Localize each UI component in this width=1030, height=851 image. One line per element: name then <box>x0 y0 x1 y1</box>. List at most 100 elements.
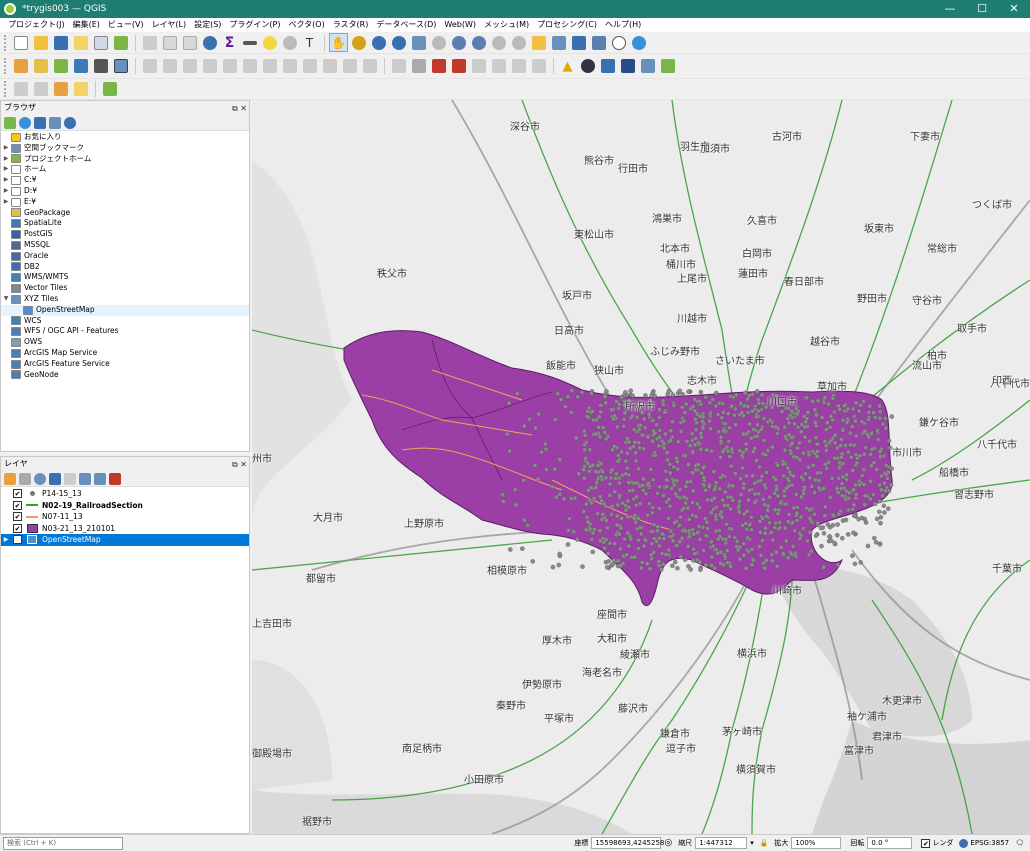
add-selected-layers-icon[interactable] <box>4 116 16 129</box>
help-contents-icon[interactable] <box>618 57 637 76</box>
panel-float-close-buttons[interactable]: ⧉ ✕ <box>232 458 247 472</box>
browser-item[interactable]: DB2 <box>1 262 249 273</box>
expand-arrow-icon[interactable]: ▶ <box>1 154 11 165</box>
plugin-manager-icon[interactable] <box>638 57 657 76</box>
browser-item[interactable]: ▼ XYZ Tiles <box>1 294 249 305</box>
show-hide-labels-icon[interactable] <box>449 57 468 76</box>
zoom-in-icon[interactable] <box>369 33 388 52</box>
undo-icon[interactable] <box>340 57 359 76</box>
layer-visibility-checkbox[interactable]: ✔ <box>13 500 22 510</box>
scale-dropdown-icon[interactable]: ▾ <box>750 839 754 847</box>
open-layer-styling-icon[interactable] <box>4 472 16 485</box>
filter-by-expression-icon[interactable] <box>64 472 76 485</box>
toggle-extents-icon[interactable]: ◎ <box>664 838 672 848</box>
menu-web[interactable]: Web(W) <box>440 18 480 32</box>
move-label-icon[interactable] <box>469 57 488 76</box>
label-pin-icon[interactable] <box>409 57 428 76</box>
browser-item[interactable]: OWS <box>1 337 249 348</box>
refresh-icon[interactable] <box>629 33 648 52</box>
close-button[interactable]: ✕ <box>998 0 1030 18</box>
zoom-last-icon[interactable] <box>489 33 508 52</box>
data-source-manager-icon[interactable] <box>11 57 30 76</box>
expand-arrow-icon[interactable]: ▼ <box>1 294 11 305</box>
python-console-icon[interactable] <box>598 57 617 76</box>
deselect-all-icon[interactable] <box>51 80 70 99</box>
menu-project[interactable]: プロジェクト(J) <box>4 18 69 32</box>
browser-item[interactable]: ▶ 空間ブックマーク <box>1 143 249 154</box>
edit-pencil-icon[interactable] <box>140 57 159 76</box>
open-project-icon[interactable] <box>31 33 50 52</box>
locator-search-input[interactable]: 検索 (Ctrl + K) <box>3 836 123 850</box>
select-by-value-icon[interactable] <box>31 80 50 99</box>
menu-help[interactable]: ヘルプ(H) <box>601 18 645 32</box>
layer-visibility-checkbox[interactable]: ✔ <box>13 512 22 522</box>
menu-settings[interactable]: 設定(S) <box>190 18 225 32</box>
layer-visibility-checkbox[interactable]: ✔ <box>13 535 22 545</box>
browser-item[interactable]: ArcGIS Feature Service <box>1 359 249 370</box>
show-bookmarks-icon[interactable] <box>589 33 608 52</box>
change-label-icon[interactable] <box>509 57 528 76</box>
minimize-button[interactable]: — <box>934 0 966 18</box>
menu-view[interactable]: ビュー(V) <box>104 18 148 32</box>
new-virtual-layer-icon[interactable] <box>111 57 130 76</box>
browser-item[interactable]: PostGIS <box>1 229 249 240</box>
browser-item[interactable]: ▶ ホーム <box>1 164 249 175</box>
field-calculator-icon[interactable] <box>180 33 199 52</box>
collapse-all-icon[interactable] <box>49 116 61 129</box>
paste-features-icon[interactable] <box>320 57 339 76</box>
new-print-layout-icon[interactable] <box>71 33 90 52</box>
browser-item[interactable]: Vector Tiles <box>1 283 249 294</box>
style-manager-icon[interactable] <box>111 33 130 52</box>
globe-plugin-icon[interactable] <box>578 57 597 76</box>
toolbar-grip[interactable] <box>4 34 7 51</box>
browser-item[interactable]: ▶ E:¥ <box>1 197 249 208</box>
expand-arrow-icon[interactable]: ▶ <box>1 197 11 208</box>
add-feature-icon[interactable] <box>200 57 219 76</box>
warning-triangle-icon[interactable]: ▲ <box>558 57 577 76</box>
layer-visibility-checkbox[interactable]: ✔ <box>13 523 22 533</box>
layer-item[interactable]: ✔ N07-11_13 <box>1 511 249 523</box>
layer-item[interactable]: ✔ N02-19_RailroadSection <box>1 500 249 512</box>
new-3d-view-icon[interactable] <box>549 33 568 52</box>
expand-arrow-icon[interactable]: ▶ <box>1 536 11 543</box>
coordinate-field[interactable]: 15598693,4245258 <box>591 837 664 849</box>
zoom-next-icon[interactable] <box>509 33 528 52</box>
layer-item[interactable]: ✔ P14-15_13 <box>1 488 249 500</box>
browser-item[interactable]: WMS/WMTS <box>1 272 249 283</box>
render-checkbox[interactable]: ✔ <box>921 838 931 848</box>
expand-arrow-icon[interactable]: ▶ <box>1 175 11 186</box>
map-tips-icon[interactable] <box>260 33 279 52</box>
browser-item[interactable]: WFS / OGC API - Features <box>1 326 249 337</box>
save-project-icon[interactable] <box>51 33 70 52</box>
copy-features-icon[interactable] <box>300 57 319 76</box>
filter-icon[interactable] <box>34 116 46 129</box>
menu-plugins[interactable]: プラグイン(P) <box>225 18 284 32</box>
browser-item[interactable]: ▶ C:¥ <box>1 175 249 186</box>
expand-arrow-icon[interactable]: ▶ <box>1 143 11 154</box>
new-bookmark-icon[interactable] <box>569 33 588 52</box>
layout-manager-icon[interactable] <box>91 33 110 52</box>
layer-item[interactable]: ✔ N03-21_13_210101 <box>1 523 249 535</box>
browser-item[interactable]: OpenStreetMap <box>1 304 249 316</box>
add-group-icon[interactable] <box>19 472 31 485</box>
text-annotation-icon[interactable]: T <box>300 33 319 52</box>
new-map-view-icon[interactable] <box>529 33 548 52</box>
toolbar-grip[interactable] <box>4 81 7 97</box>
browser-item[interactable]: MSSQL <box>1 240 249 251</box>
menu-vector[interactable]: ベクタ(O) <box>285 18 329 32</box>
expand-arrow-icon[interactable]: ▶ <box>1 164 11 175</box>
new-shapefile-layer-icon[interactable] <box>51 57 70 76</box>
new-geopackage-layer-icon[interactable] <box>31 57 50 76</box>
new-temporary-layer-icon[interactable] <box>91 57 110 76</box>
georeferencer-icon[interactable] <box>658 57 677 76</box>
menu-layer[interactable]: レイヤ(L) <box>148 18 190 32</box>
lock-scale-icon[interactable]: 🔒 <box>760 839 769 847</box>
save-edits-icon[interactable] <box>180 57 199 76</box>
pan-map-icon[interactable]: ✋ <box>329 33 348 52</box>
browser-item[interactable]: ▶ D:¥ <box>1 186 249 197</box>
new-project-icon[interactable] <box>11 33 30 52</box>
label-toolbar-icon[interactable] <box>389 57 408 76</box>
browser-item[interactable]: ▶ プロジェクトホーム <box>1 154 249 165</box>
info-icon[interactable] <box>64 116 76 129</box>
collapse-all-icon[interactable] <box>94 472 106 485</box>
